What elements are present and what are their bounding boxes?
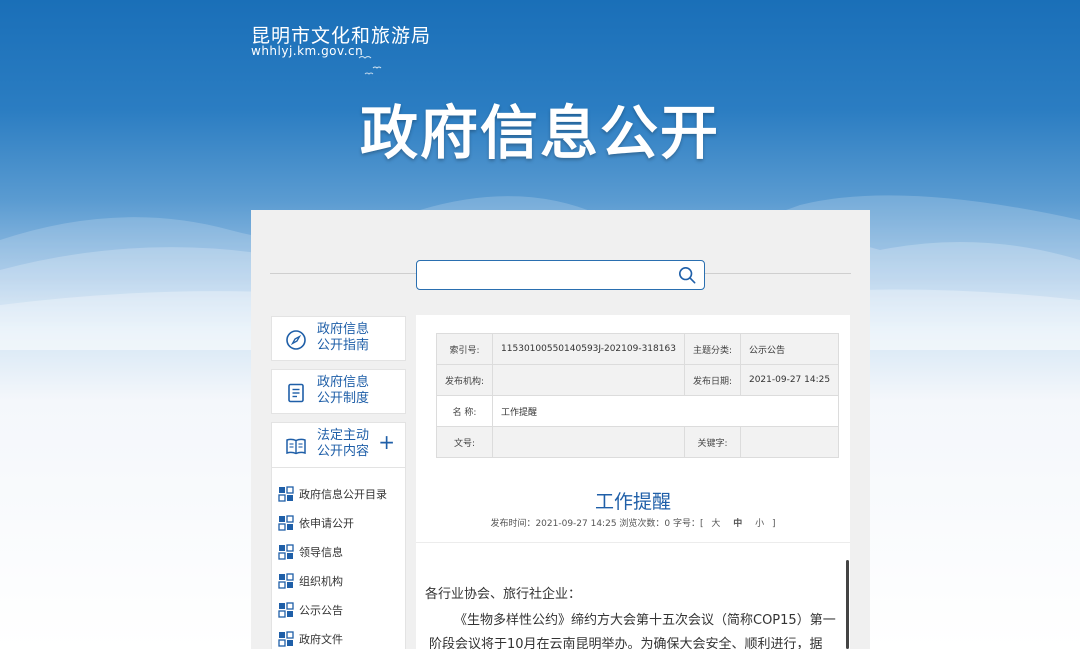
compass-icon: [286, 330, 306, 350]
sidebar-card-statutory[interactable]: 法定主动 公开内容 +: [271, 422, 406, 468]
sidebar-card-label: 政府信息 公开制度: [317, 375, 370, 406]
article-content: 索引号: 11530100550140593J-202109-318163 主题…: [416, 315, 850, 649]
article-paragraph: 《生物多样性公约》缔约方大会第十五次会议（简称COP15）第一: [454, 613, 836, 628]
grid-icon: [278, 544, 294, 560]
name-value: 工作提醒: [492, 395, 840, 427]
meta-row: 文号: 关键字:: [435, 426, 840, 458]
search-input[interactable]: [423, 265, 668, 285]
name-label: 名 称:: [435, 395, 494, 427]
search-box[interactable]: [416, 260, 705, 290]
index-label: 索引号:: [435, 333, 494, 365]
article-paragraph: 阶段会议将于10月在云南昆明举办。为确保大会安全、顺利进行，据: [429, 637, 823, 649]
category-label: 主题分类:: [683, 333, 741, 365]
grid-icon: [278, 602, 294, 618]
sidebar-item-announcements[interactable]: 公示公告: [278, 600, 343, 620]
sidebar-item-leaders[interactable]: 领导信息: [278, 542, 343, 562]
sidebar-item-documents[interactable]: 政府文件: [278, 629, 343, 649]
font-size-medium[interactable]: 中: [733, 519, 742, 529]
meta-row: 发布机构: 发布日期: 2021-09-27 14:25: [435, 364, 840, 396]
meta-row: 名 称: 工作提醒: [435, 395, 840, 427]
category-value: 公示公告: [739, 333, 840, 365]
size-bracket-close: ]: [772, 519, 776, 529]
docno-label: 文号:: [435, 426, 494, 458]
date-label: 发布日期:: [683, 364, 741, 396]
font-size-small[interactable]: 小: [755, 519, 764, 529]
sidebar-item-catalog[interactable]: 政府信息公开目录: [278, 484, 387, 504]
sidebar-card-guide[interactable]: 政府信息 公开指南: [271, 316, 406, 361]
grid-icon: [278, 515, 294, 531]
meta-table: 索引号: 11530100550140593J-202109-318163 主题…: [435, 333, 840, 458]
sidebar-item-application[interactable]: 依申请公开: [278, 513, 354, 533]
book-icon: [286, 438, 306, 455]
font-size-large[interactable]: 大: [711, 519, 720, 529]
article-title: 工作提醒: [594, 491, 671, 513]
main-panel: 政府信息 公开指南 政府信息 公开制度 法定主动 公开内容 + 政府信息公开目录…: [251, 210, 870, 649]
meta-row: 索引号: 11530100550140593J-202109-318163 主题…: [435, 333, 840, 365]
site-url[interactable]: whhlyj.km.gov.cn: [251, 44, 363, 58]
date-value: 2021-09-27 14:25: [739, 364, 840, 396]
expand-plus-icon[interactable]: +: [378, 432, 395, 452]
scrollbar[interactable]: [846, 560, 849, 649]
docno-value: [492, 426, 685, 458]
sidebar-list: 政府信息公开目录 依申请公开 领导信息 组织机构 公示公告 政府文件: [271, 468, 406, 649]
hero-title: 政府信息公开: [359, 99, 720, 167]
sidebar-card-label: 法定主动 公开内容: [317, 428, 370, 459]
article-meta: 发布时间：2021-09-27 14:25 浏览次数：0 字号：[ 大 中 小 …: [416, 516, 850, 529]
org-value: [492, 364, 685, 396]
article-greeting: 各行业协会、旅行社企业：: [425, 587, 582, 602]
keyword-label: 关键字:: [683, 426, 741, 458]
org-label: 发布机构:: [435, 364, 494, 396]
sidebar-item-organization[interactable]: 组织机构: [278, 571, 343, 591]
index-value: 11530100550140593J-202109-318163: [492, 333, 685, 365]
sidebar-card-label: 政府信息 公开指南: [317, 322, 370, 353]
search-divider-right: [705, 273, 851, 274]
grid-icon: [278, 486, 294, 502]
grid-icon: [278, 631, 294, 647]
content-divider: [416, 542, 850, 543]
sidebar-card-system[interactable]: 政府信息 公开制度: [271, 369, 406, 414]
document-icon: [288, 383, 304, 403]
publish-info: 发布时间：2021-09-27 14:25 浏览次数：0 字号：[: [490, 519, 704, 529]
grid-icon: [278, 573, 294, 589]
keyword-value: [739, 426, 840, 458]
search-icon[interactable]: [678, 266, 696, 284]
search-divider-left: [270, 273, 416, 274]
